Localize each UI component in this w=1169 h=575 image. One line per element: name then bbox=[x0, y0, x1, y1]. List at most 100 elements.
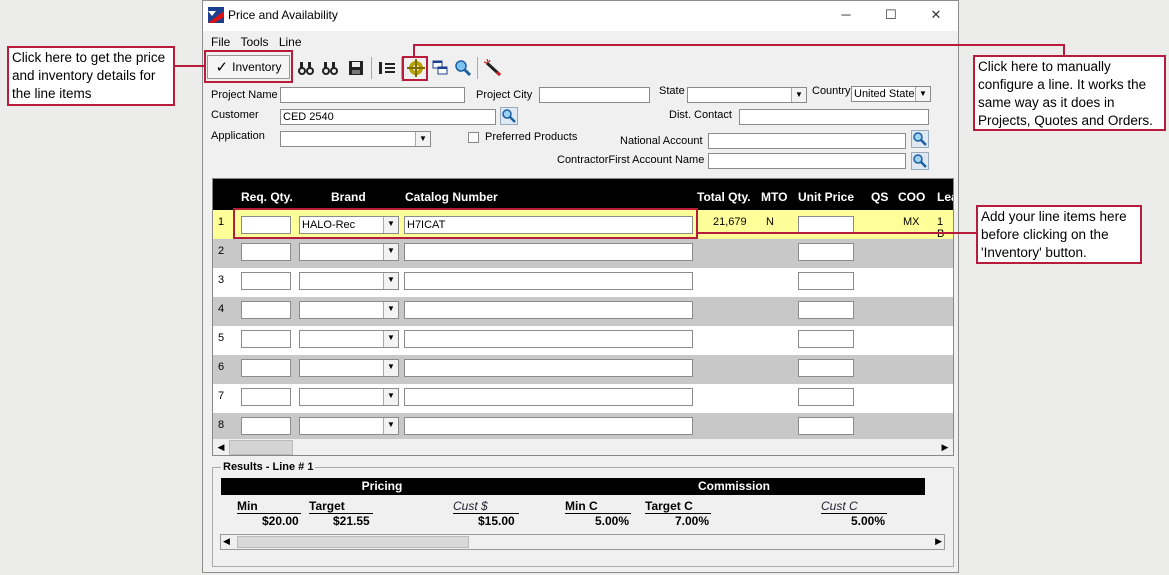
total-qty-value: 21,679 bbox=[713, 216, 747, 228]
min-c-label: Min C bbox=[565, 499, 631, 514]
unit-price-input[interactable] bbox=[798, 359, 854, 377]
windows-cascade-icon[interactable] bbox=[430, 57, 450, 79]
catalog-number-input[interactable] bbox=[404, 243, 693, 261]
project-city-input[interactable] bbox=[539, 87, 650, 103]
scroll-left-icon[interactable]: ◀ bbox=[223, 536, 230, 547]
app-flag-icon bbox=[208, 7, 224, 23]
req-qty-input[interactable] bbox=[241, 388, 291, 406]
maximize-button[interactable]: ☐ bbox=[868, 1, 914, 29]
minimize-button[interactable]: ─ bbox=[823, 1, 869, 29]
row-number: 8 bbox=[218, 419, 225, 431]
application-select[interactable]: ▼ bbox=[280, 131, 431, 147]
table-row[interactable]: 8 ▼ bbox=[213, 413, 953, 442]
results-panel: Results - Line # 1 Pricing Commission Mi… bbox=[212, 461, 954, 567]
unit-price-input[interactable] bbox=[798, 243, 854, 261]
menu-line[interactable]: Line bbox=[279, 35, 302, 49]
req-qty-input[interactable] bbox=[241, 359, 291, 377]
project-name-input[interactable] bbox=[280, 87, 465, 103]
national-account-input[interactable] bbox=[708, 133, 906, 149]
brand-select[interactable]: ▼ bbox=[299, 301, 399, 319]
list-indent-icon[interactable] bbox=[376, 57, 398, 79]
brand-select[interactable]: ▼ bbox=[299, 330, 399, 348]
unit-price-input[interactable] bbox=[798, 301, 854, 319]
cust-c-label: Cust C bbox=[821, 499, 887, 514]
menu-tools[interactable]: Tools bbox=[240, 35, 268, 49]
req-qty-input[interactable] bbox=[241, 417, 291, 435]
req-qty-input[interactable] bbox=[241, 272, 291, 290]
col-lead: Lea bbox=[937, 190, 953, 204]
inventory-callout: Click here to get the price and inventor… bbox=[7, 46, 175, 106]
row-number: 4 bbox=[218, 303, 225, 315]
window-title: Price and Availability bbox=[228, 8, 338, 22]
project-city-label: Project City bbox=[476, 89, 533, 101]
catalog-number-input[interactable] bbox=[404, 272, 693, 290]
unit-price-input[interactable] bbox=[798, 388, 854, 406]
country-value: United State bbox=[854, 88, 915, 100]
customer-input[interactable]: CED 2540 bbox=[280, 109, 496, 125]
unit-price-input[interactable] bbox=[798, 272, 854, 290]
national-account-search-icon[interactable] bbox=[911, 130, 929, 148]
menu-bar: File Tools Line bbox=[211, 35, 309, 49]
scroll-left-icon[interactable]: ◀ bbox=[213, 439, 229, 455]
brand-select[interactable]: ▼ bbox=[299, 272, 399, 290]
brand-select[interactable]: ▼ bbox=[299, 243, 399, 261]
table-row[interactable]: 5 ▼ bbox=[213, 326, 953, 355]
scroll-right-icon[interactable]: ▶ bbox=[935, 536, 942, 547]
lead-value: 1 B bbox=[937, 216, 945, 240]
inventory-button-highlight bbox=[204, 50, 293, 83]
grid-header: Req. Qty. Brand Catalog Number Total Qty… bbox=[213, 179, 953, 210]
contractor-first-label: ContractorFirst Account Name bbox=[557, 154, 705, 166]
scroll-right-icon[interactable]: ▶ bbox=[937, 439, 953, 455]
scroll-thumb[interactable] bbox=[237, 536, 469, 548]
state-select[interactable]: ▼ bbox=[687, 87, 807, 103]
contractor-first-search-icon[interactable] bbox=[911, 152, 929, 170]
mto-value: N bbox=[766, 216, 774, 228]
brand-select[interactable]: ▼ bbox=[299, 359, 399, 377]
col-catalog-number: Catalog Number bbox=[405, 190, 498, 204]
magnifier-icon[interactable] bbox=[453, 57, 473, 79]
menu-file[interactable]: File bbox=[211, 35, 230, 49]
scroll-thumb[interactable] bbox=[229, 440, 293, 455]
country-select[interactable]: United State ▼ bbox=[851, 86, 931, 102]
binoculars-next-icon[interactable] bbox=[321, 57, 341, 79]
toolbar-separator bbox=[371, 57, 372, 79]
col-unit-price: Unit Price bbox=[798, 190, 855, 204]
row-number: 7 bbox=[218, 390, 225, 402]
title-bar: Price and Availability ─ ☐ ✕ bbox=[203, 1, 958, 31]
close-button[interactable]: ✕ bbox=[913, 1, 958, 29]
catalog-number-input[interactable] bbox=[404, 388, 693, 406]
catalog-number-input[interactable] bbox=[404, 330, 693, 348]
customer-search-icon[interactable] bbox=[500, 107, 518, 125]
unit-price-input[interactable] bbox=[798, 330, 854, 348]
req-qty-input[interactable] bbox=[241, 301, 291, 319]
catalog-number-input[interactable] bbox=[404, 359, 693, 377]
req-qty-input[interactable] bbox=[241, 243, 291, 261]
cust-c-value: 5.00% bbox=[851, 514, 886, 528]
brand-select[interactable]: ▼ bbox=[299, 388, 399, 406]
results-horizontal-scrollbar[interactable]: ◀ ▶ bbox=[220, 534, 945, 550]
connector-line bbox=[413, 44, 415, 57]
unit-price-input[interactable] bbox=[798, 417, 854, 435]
table-row[interactable]: 2 ▼ bbox=[213, 239, 953, 268]
chevron-down-icon: ▼ bbox=[383, 389, 398, 405]
save-icon[interactable] bbox=[346, 57, 366, 79]
table-row[interactable]: 7 ▼ bbox=[213, 384, 953, 413]
table-row[interactable]: 3 ▼ bbox=[213, 268, 953, 297]
table-row[interactable]: 4 ▼ bbox=[213, 297, 953, 326]
contractor-first-input[interactable] bbox=[708, 153, 906, 169]
row-number: 6 bbox=[218, 361, 225, 373]
req-qty-input[interactable] bbox=[241, 330, 291, 348]
dist-contact-input[interactable] bbox=[739, 109, 929, 125]
row-number: 3 bbox=[218, 274, 225, 286]
grid-horizontal-scrollbar[interactable]: ◀ ▶ bbox=[213, 439, 953, 455]
brand-select[interactable]: ▼ bbox=[299, 417, 399, 435]
catalog-number-input[interactable] bbox=[404, 301, 693, 319]
catalog-number-input[interactable] bbox=[404, 417, 693, 435]
table-row[interactable]: 6 ▼ bbox=[213, 355, 953, 384]
magic-wand-icon[interactable] bbox=[483, 57, 503, 79]
binoculars-icon[interactable] bbox=[297, 57, 317, 79]
chevron-down-icon: ▼ bbox=[383, 273, 398, 289]
results-title: Results - Line # 1 bbox=[221, 461, 316, 473]
preferred-products-checkbox[interactable] bbox=[468, 132, 479, 143]
row-number: 1 bbox=[218, 216, 225, 228]
